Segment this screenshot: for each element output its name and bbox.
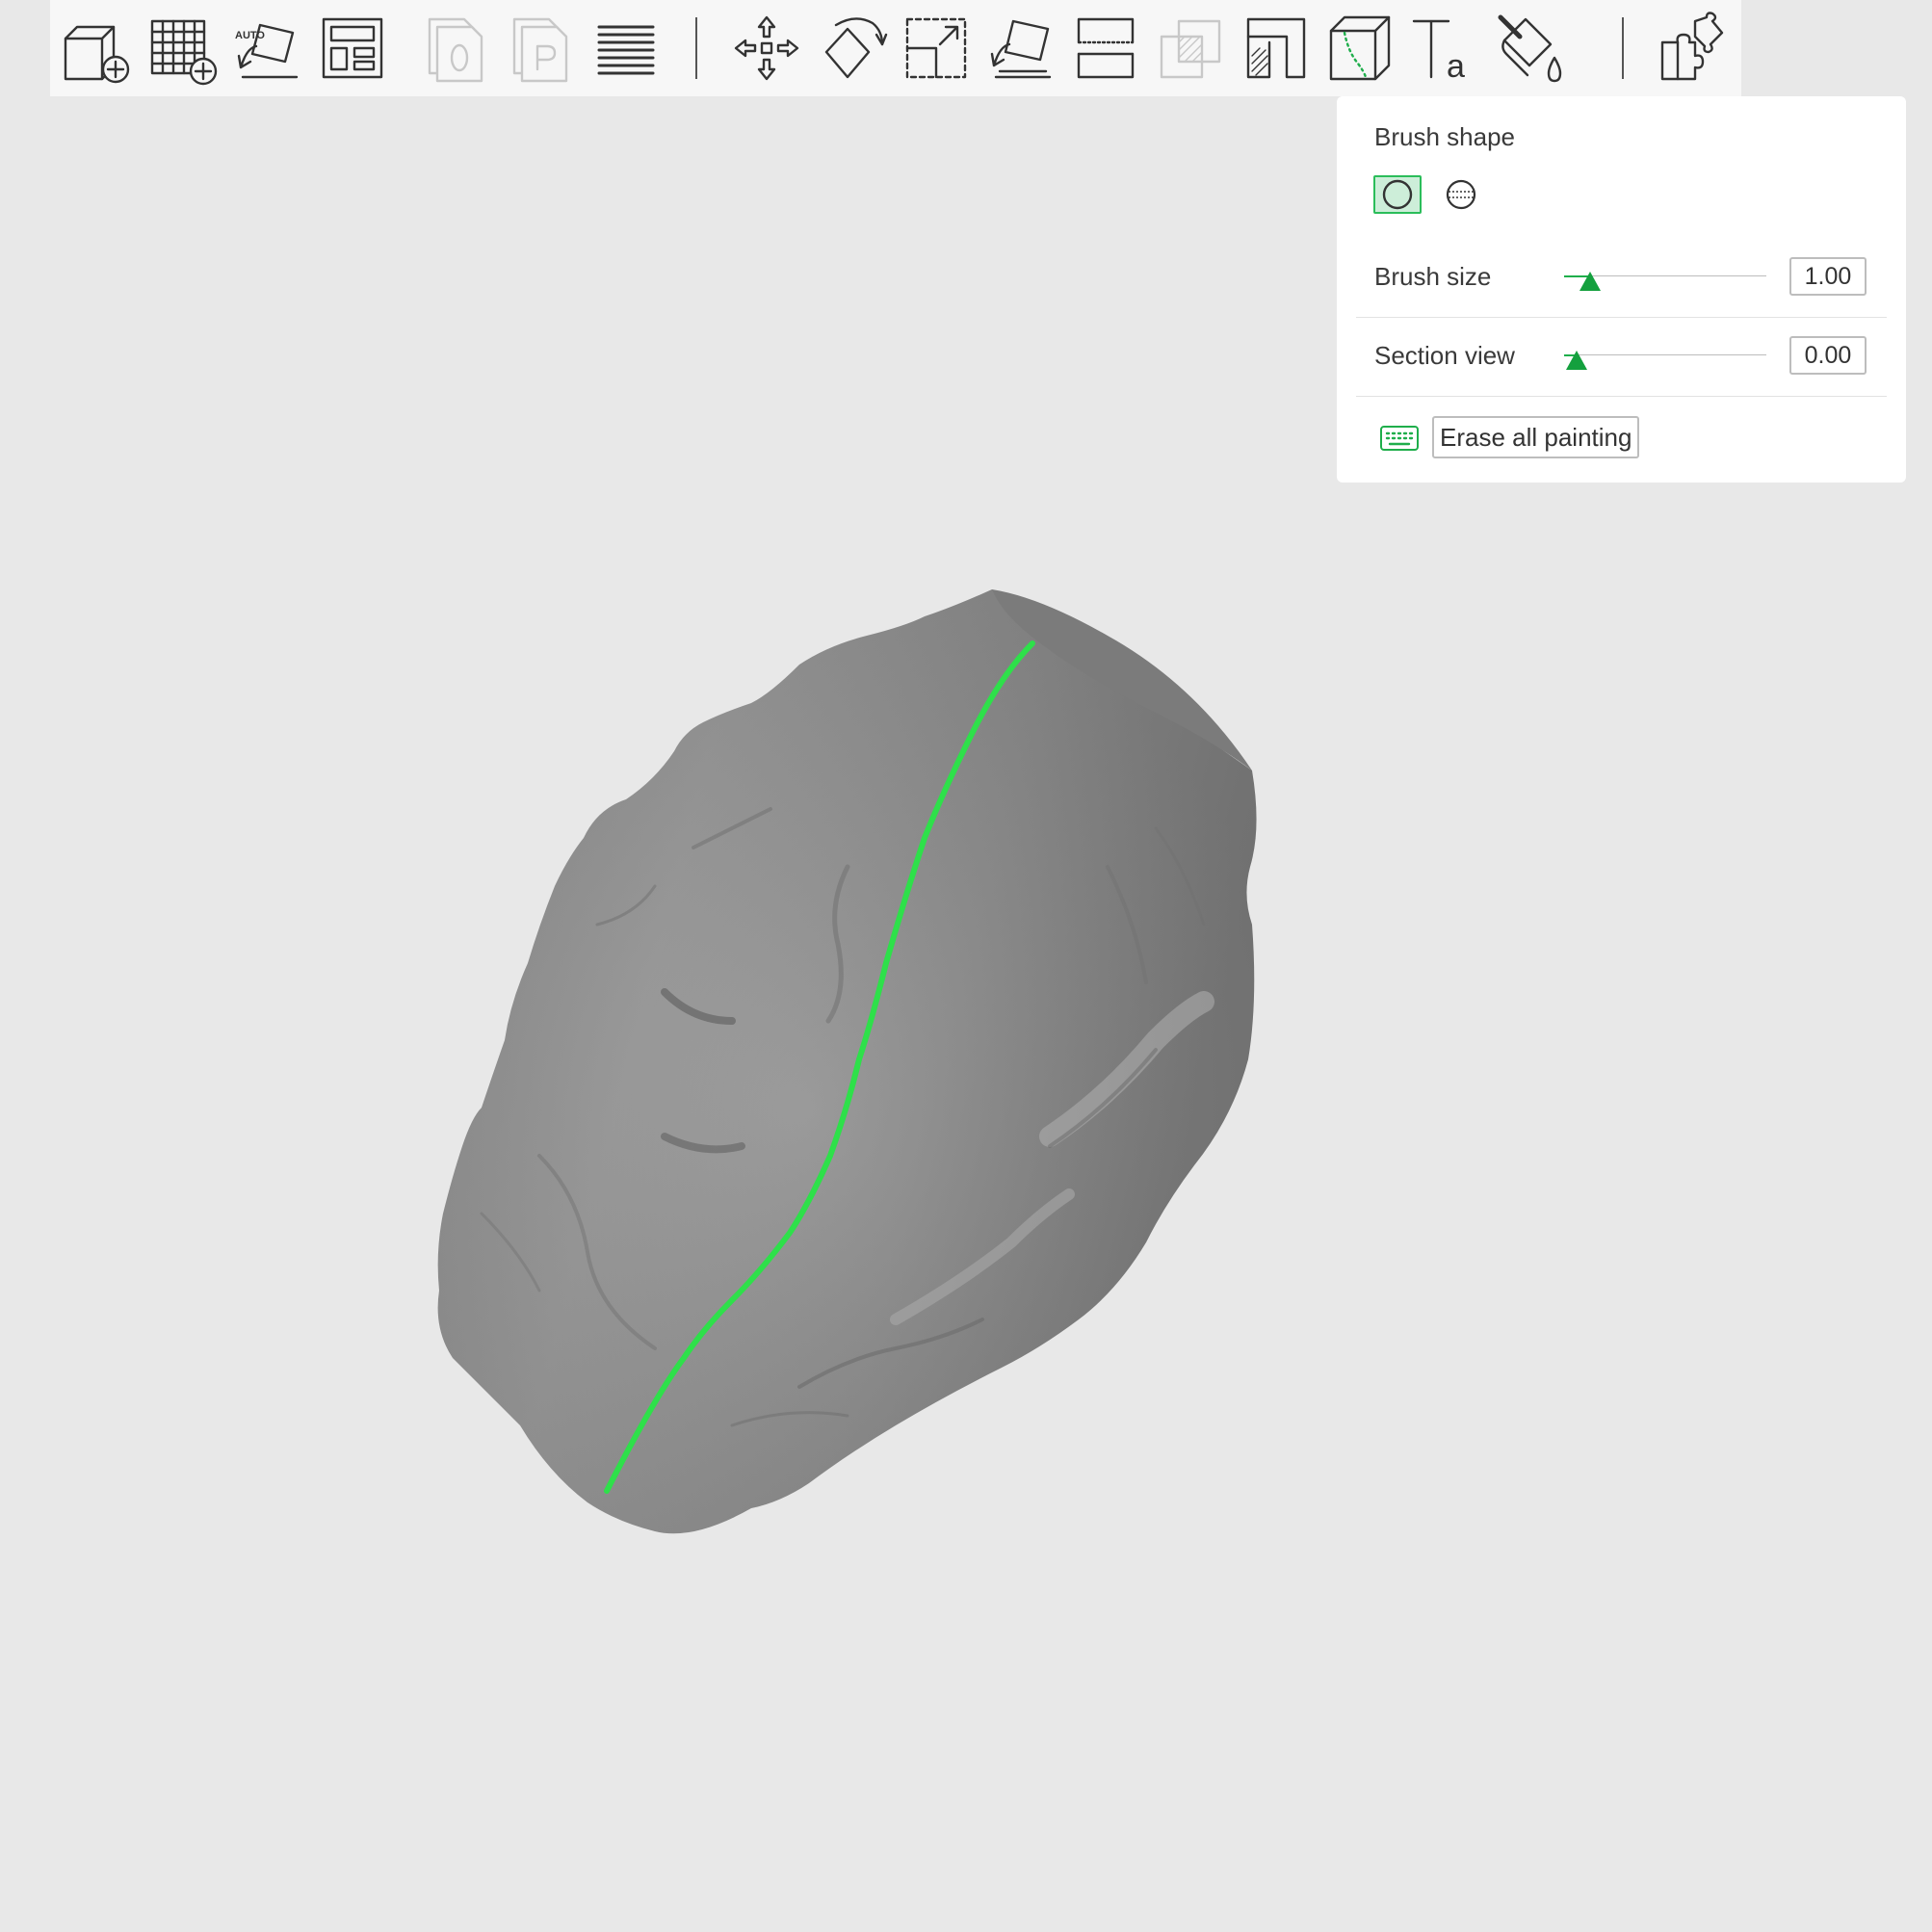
brush-size-label: Brush size [1374,262,1492,291]
slider-thumb[interactable] [1566,351,1587,370]
copy-button[interactable] [420,10,493,87]
circle-brush-icon [1382,179,1413,210]
slider-thumb[interactable] [1580,272,1601,291]
brush-shape-label: Brush shape [1374,122,1515,151]
toolbar-separator [1622,17,1624,79]
text-icon: a [1412,19,1465,85]
sphere-brush-button[interactable] [1437,175,1485,214]
layers-icon [597,25,655,75]
keyboard-icon[interactable] [1380,426,1419,451]
seam-painting-button[interactable] [1323,10,1397,87]
rotate-button[interactable] [815,10,888,87]
cube-plus-icon [64,25,130,84]
auto-orient-button[interactable]: AUTO [231,10,304,87]
section-view-slider[interactable] [1564,341,1766,370]
assembly-button[interactable] [1655,10,1728,87]
paint-bucket-icon [1498,14,1562,83]
layers-button[interactable] [589,10,663,87]
add-object-button[interactable] [58,10,131,87]
slider-track [1564,354,1766,355]
add-plate-button[interactable] [146,10,220,87]
grid-plus-icon [150,19,218,86]
divider [1356,396,1887,397]
circle-brush-button[interactable] [1373,175,1422,214]
paste-button[interactable] [505,10,578,87]
lay-on-face-button[interactable] [984,10,1057,87]
cut-icon [1077,17,1135,79]
boolean-button[interactable] [1154,10,1227,87]
copy-file-icon [428,17,483,83]
move-icon [734,15,799,81]
brush-size-input[interactable]: 1.00 [1789,257,1867,296]
toolbar-separator [695,17,697,79]
paste-file-icon [512,17,568,83]
section-view-input[interactable]: 0.00 [1789,336,1867,375]
seam-paint-panel: Brush shape Brush size 1.00 Section view… [1337,96,1906,483]
main-toolbar: AUTO a [50,0,1741,96]
auto-orient-icon: AUTO [235,23,299,79]
cut-button[interactable] [1069,10,1142,87]
seam-paint-icon [1329,15,1391,81]
arrange-icon [322,17,383,79]
svg-text:a: a [1447,48,1465,85]
scale-icon [905,17,967,79]
section-view-label: Section view [1374,341,1515,370]
brush-size-slider[interactable] [1564,262,1766,291]
divider [1356,317,1887,318]
svg-text:AUTO: AUTO [235,30,265,41]
rotate-icon [824,17,888,79]
color-painting-button[interactable] [1493,10,1566,87]
scale-button[interactable] [900,10,973,87]
move-button[interactable] [730,10,803,87]
arrange-button[interactable] [316,10,389,87]
support-paint-icon [1246,17,1306,79]
erase-all-painting-button[interactable]: Erase all painting [1432,416,1640,458]
boolean-icon [1160,19,1221,79]
lay-on-face-icon [990,19,1052,79]
support-painting-button[interactable] [1239,10,1312,87]
sphere-brush-icon [1446,179,1476,210]
puzzle-icon [1660,12,1724,81]
text-button[interactable]: a [1408,10,1481,87]
